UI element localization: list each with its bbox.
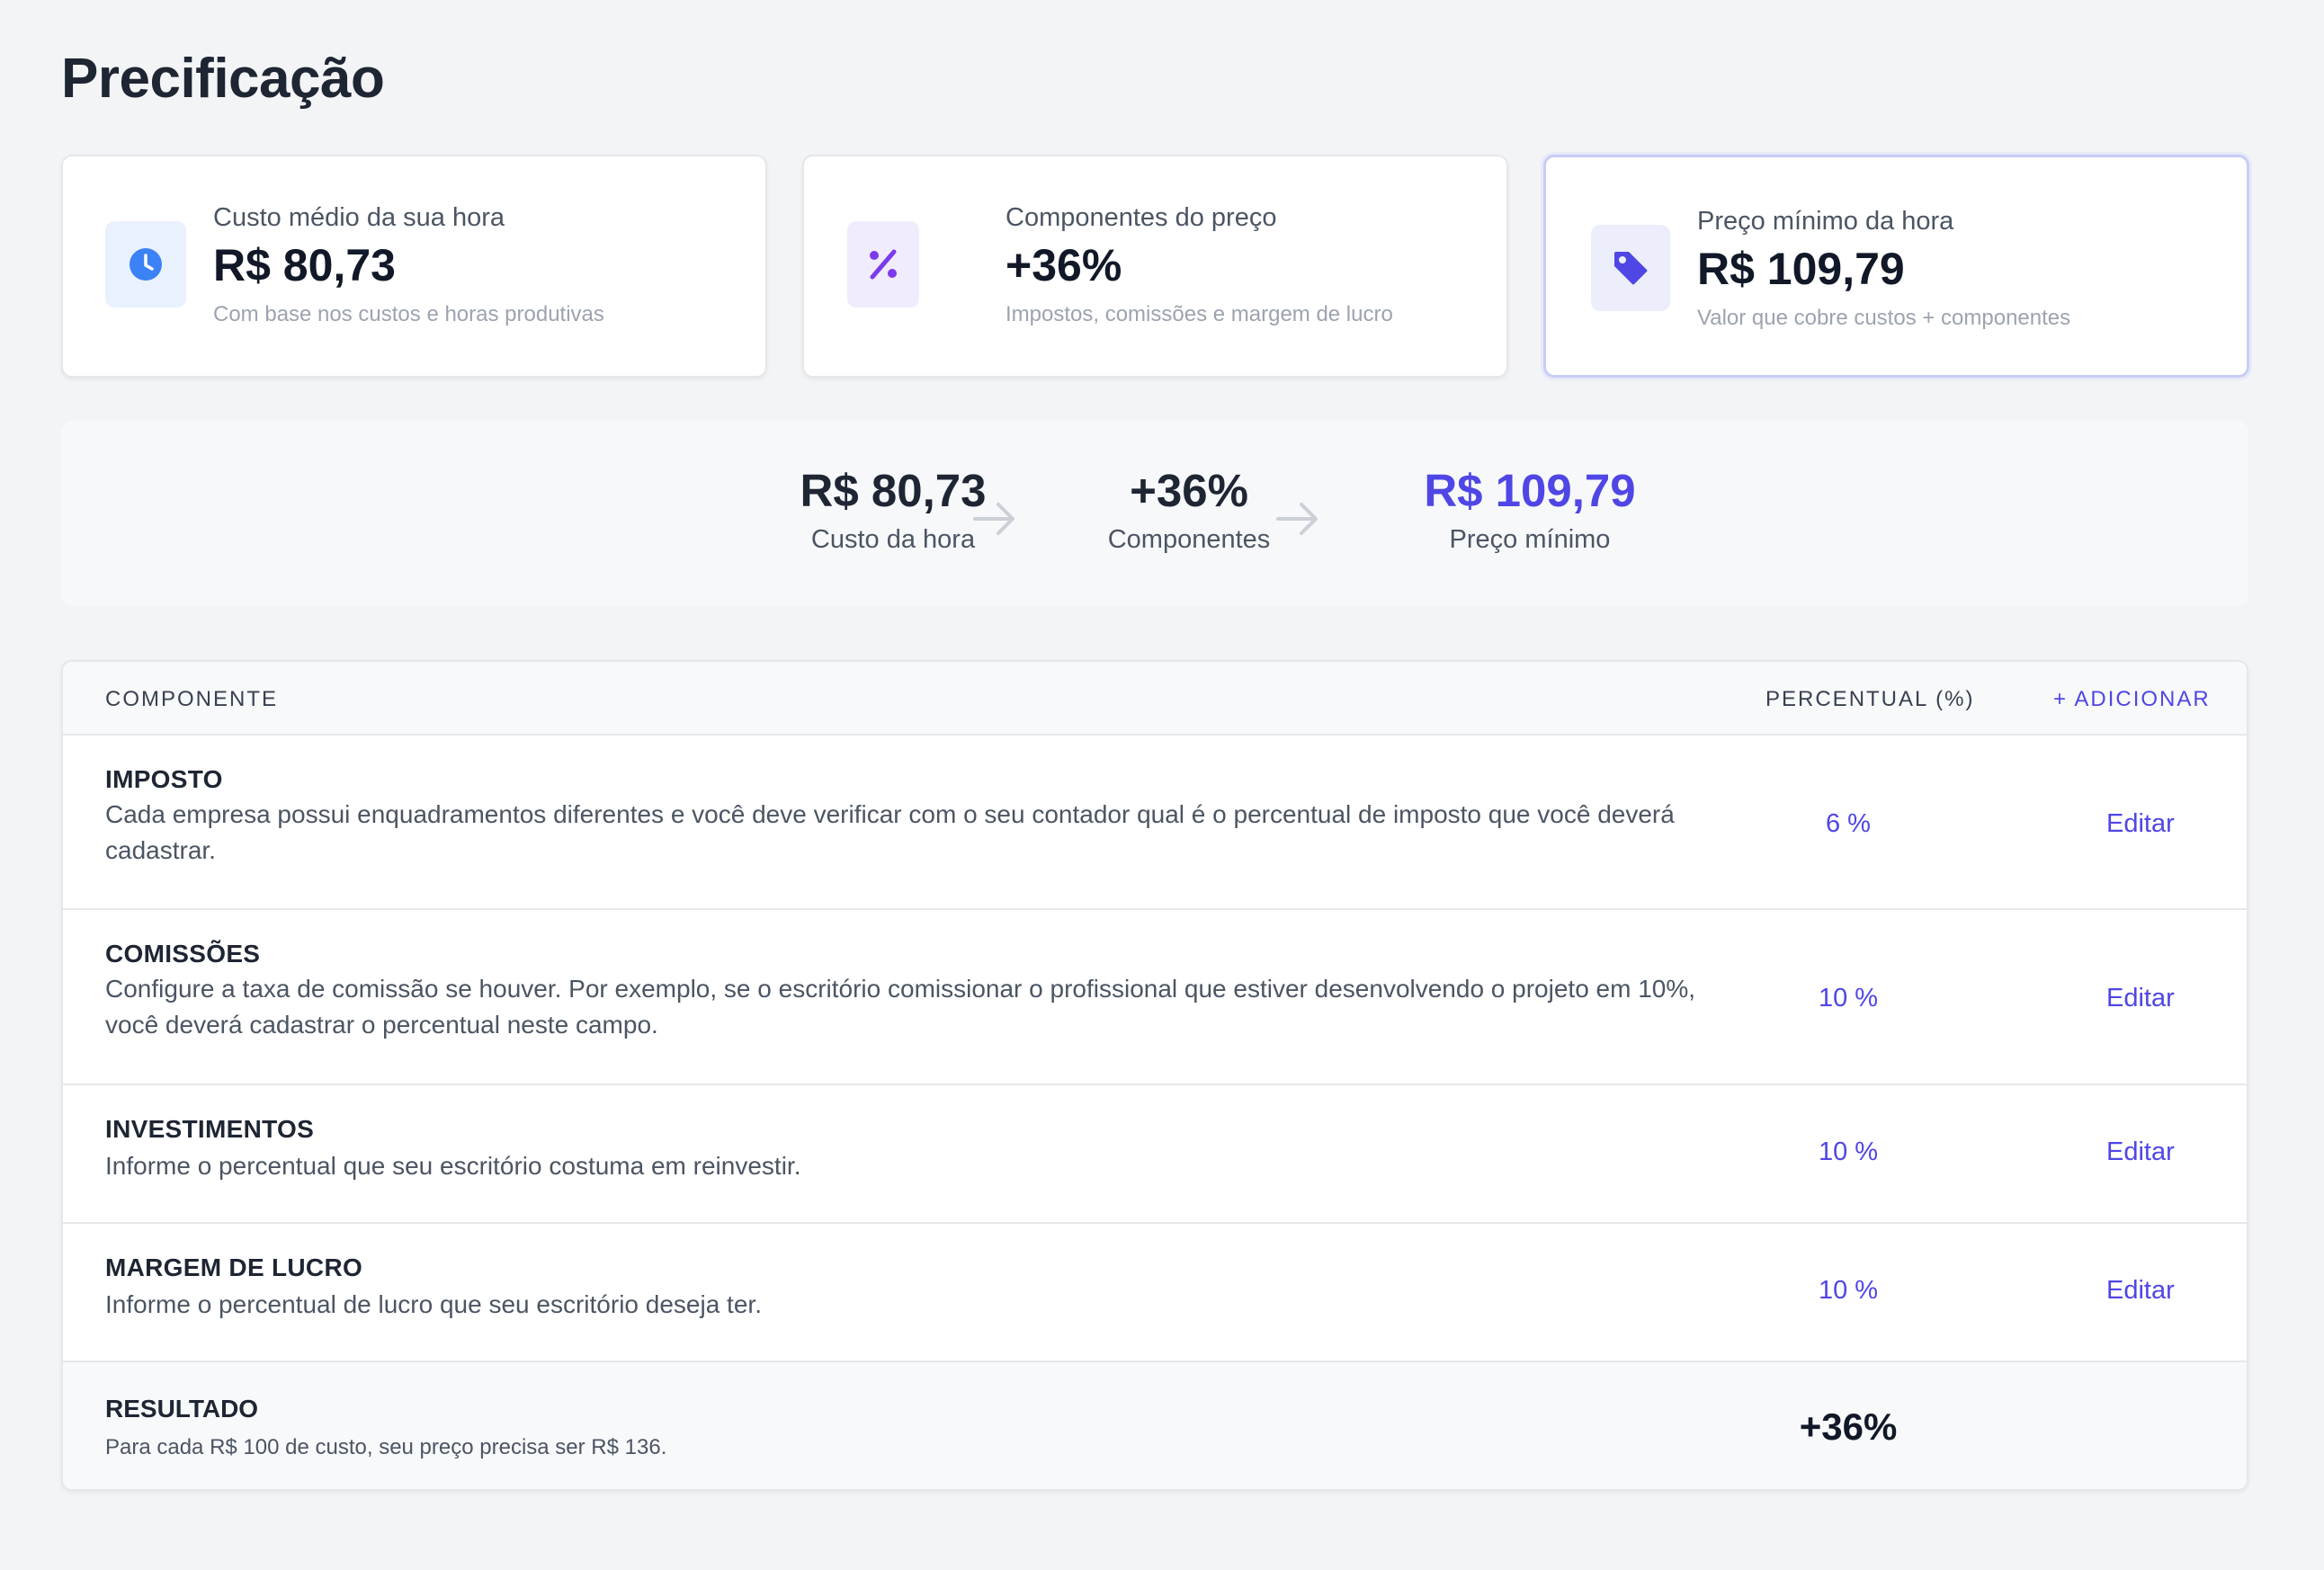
percent-icon (847, 221, 919, 308)
component-description: Informe o percentual que seu escritório … (105, 1152, 801, 1180)
component-description: Informe o percentual de lucro que seu es… (105, 1290, 762, 1318)
edit-button[interactable]: Editar (2106, 809, 2175, 839)
component-description: Cada empresa possui enquadramentos difer… (105, 800, 1675, 864)
table-row: INVESTIMENTOS Informe o percentual que s… (63, 1085, 2247, 1224)
component-name: COMISSÕES (105, 940, 261, 968)
add-component-button[interactable]: + ADICIONAR (2053, 687, 2211, 712)
component-percent: 10 % (1818, 1276, 1879, 1305)
table-header: COMPONENTE PERCENTUAL (%) + ADICIONAR (63, 662, 2247, 736)
pricing-flow-summary: R$ 80,73 Custo da hora +36% Componentes … (61, 421, 2248, 606)
flow-label: Preço mínimo (1449, 525, 1611, 555)
result-description: Para cada R$ 100 de custo, seu preço pre… (105, 1435, 667, 1459)
component-name: INVESTIMENTOS (105, 1115, 315, 1143)
clock-icon (105, 221, 186, 308)
component-name: MARGEM DE LUCRO (105, 1253, 363, 1281)
card-subtitle: Com base nos custos e horas produtivas (213, 302, 604, 326)
arrow-right-icon (973, 503, 1015, 535)
tag-icon (1591, 225, 1670, 311)
price-components-card: Componentes do preço +36% Impostos, comi… (802, 155, 1508, 378)
card-label: Custo médio da sua hora (213, 203, 505, 232)
table-row: COMISSÕES Configure a taxa de comissão s… (63, 910, 2247, 1085)
page-title: Precificação (61, 48, 385, 110)
table-row: MARGEM DE LUCRO Informe o percentual de … (63, 1224, 2247, 1362)
flow-value: R$ 109,79 (1424, 465, 1636, 516)
components-table: COMPONENTE PERCENTUAL (%) + ADICIONAR IM… (61, 660, 2248, 1491)
component-percent: 10 % (1818, 984, 1879, 1012)
column-header-component: COMPONENTE (105, 687, 279, 711)
result-row: RESULTADO Para cada R$ 100 de custo, seu… (63, 1362, 2247, 1489)
flow-min-price: R$ 109,79 Preço mínimo (1345, 465, 1714, 555)
table-row: IMPOSTO Cada empresa possui enquadrament… (63, 736, 2247, 910)
card-subtitle: Impostos, comissões e margem de lucro (1006, 302, 1393, 326)
card-subtitle: Valor que cobre custos + componentes (1697, 306, 2071, 330)
card-value: +36% (1006, 240, 1122, 290)
result-value: +36% (1799, 1405, 1898, 1448)
edit-button[interactable]: Editar (2106, 1276, 2175, 1306)
result-title: RESULTADO (105, 1395, 259, 1423)
column-header-percent: PERCENTUAL (%) (1765, 687, 1975, 711)
card-label: Preço mínimo da hora (1697, 207, 1954, 236)
card-label: Componentes do preço (1006, 203, 1277, 232)
component-name: IMPOSTO (105, 765, 223, 793)
pricing-page: Precificação Custo médio da sua hora R$ … (0, 0, 2324, 1570)
min-hour-price-card: Preço mínimo da hora R$ 109,79 Valor que… (1543, 155, 2249, 378)
component-description: Configure a taxa de comissão se houver. … (105, 975, 1696, 1039)
avg-hour-cost-card: Custo médio da sua hora R$ 80,73 Com bas… (61, 155, 767, 378)
edit-button[interactable]: Editar (2106, 1137, 2175, 1167)
component-percent: 6 % (1826, 809, 1871, 838)
arrow-right-icon (1276, 503, 1318, 535)
card-value: R$ 109,79 (1697, 244, 1905, 294)
component-percent: 10 % (1818, 1137, 1879, 1166)
stat-cards: Custo médio da sua hora R$ 80,73 Com bas… (61, 155, 2249, 378)
edit-button[interactable]: Editar (2106, 984, 2175, 1013)
card-value: R$ 80,73 (213, 240, 396, 290)
